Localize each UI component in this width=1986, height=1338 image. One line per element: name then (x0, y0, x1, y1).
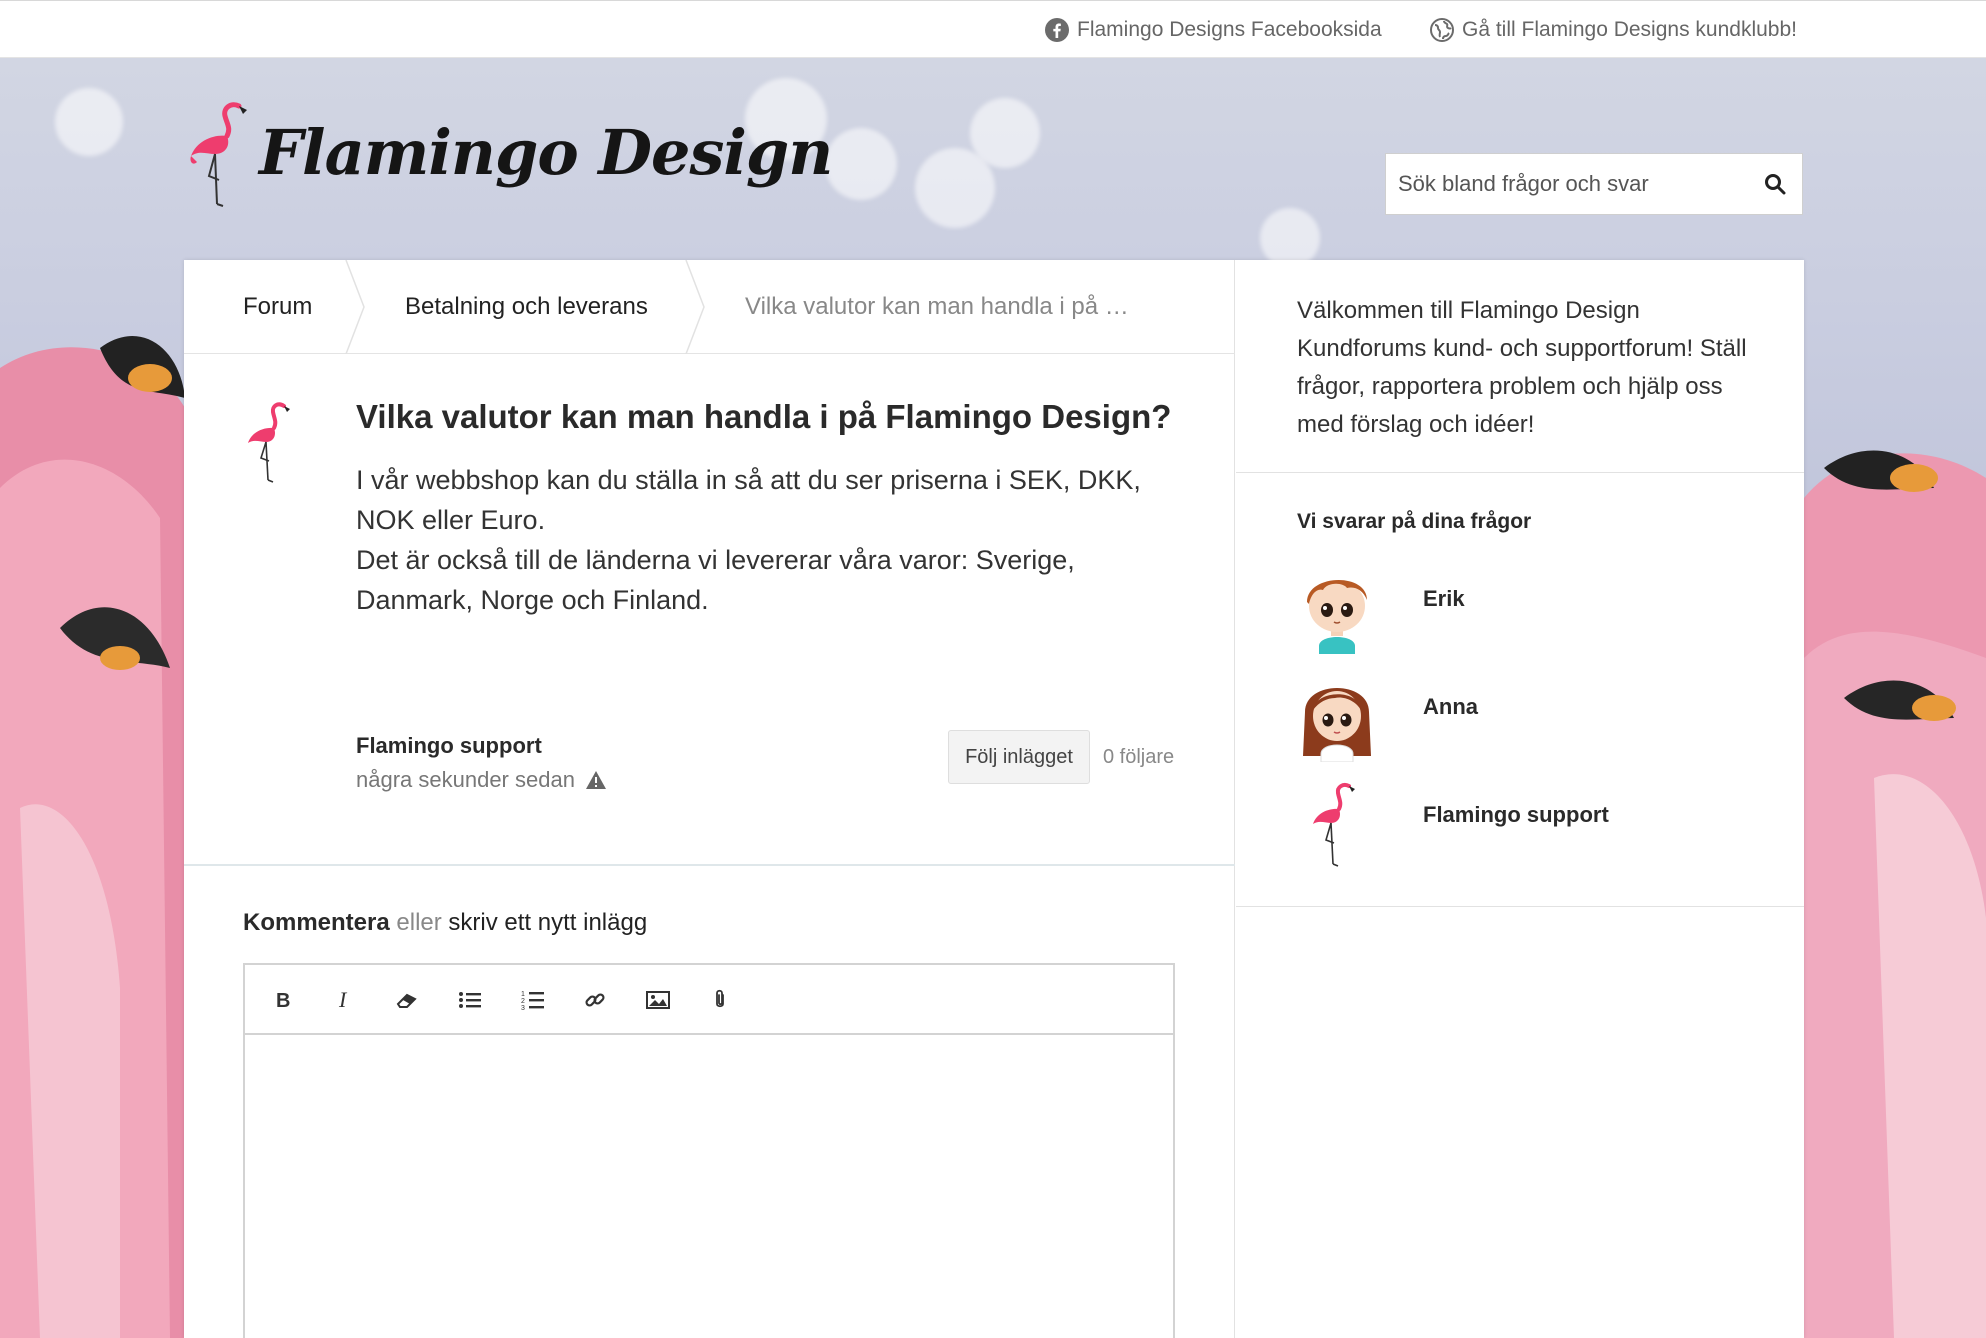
anna-avatar (1303, 688, 1371, 762)
bold-button[interactable]: B (267, 984, 299, 1016)
followers-count: 0 följare (1103, 746, 1175, 768)
forum-card: Forum Betalning och leverans Vilka valut… (184, 260, 1804, 1338)
top-bar: Flamingo Designs Facebooksida Gå till Fl… (0, 0, 1986, 58)
support-team-heading: Vi svarar på dina frågor (1297, 510, 1532, 533)
breadcrumb: Forum Betalning och leverans Vilka valut… (184, 260, 1235, 354)
new-post-link[interactable]: skriv ett nytt inlägg (448, 909, 647, 936)
logo-text: Flamingo Design (259, 115, 833, 189)
flamingo-photo-right (1804, 450, 1986, 1338)
member-name: Flamingo support (1423, 802, 1609, 827)
breadcrumb-separator-icon (685, 260, 705, 354)
team-member[interactable]: Flamingo support (1297, 780, 1609, 870)
customer-club-link[interactable]: Gå till Flamingo Designs kundklubb! (1430, 17, 1797, 43)
bold-icon: B (276, 990, 290, 1010)
link-button[interactable] (579, 984, 611, 1016)
search-icon (1765, 174, 1786, 195)
svg-text:I: I (338, 990, 348, 1010)
editor-toolbar: B I 1 2 3 (245, 965, 1173, 1035)
breadcrumb-forum[interactable]: Forum (243, 260, 312, 354)
svg-text:3: 3 (521, 1005, 525, 1011)
globe-icon (1430, 18, 1454, 42)
sidebar: Välkommen till Flamingo Design Kundforum… (1236, 260, 1804, 1338)
post-body: I vår webbshop kan du ställa in så att d… (356, 460, 1176, 620)
team-member[interactable]: Anna (1297, 672, 1478, 762)
follow-post-button[interactable]: Följ inlägget (948, 730, 1090, 784)
flamingo-logo-icon (190, 102, 247, 207)
image-icon (646, 991, 670, 1009)
facebook-link[interactable]: Flamingo Designs Facebooksida (1045, 17, 1382, 43)
flamingo-support-avatar (1313, 782, 1355, 867)
bullet-list-button[interactable] (454, 984, 486, 1016)
post-time: några sekunder sedan (356, 767, 607, 793)
post-time-label: några sekunder sedan (356, 767, 575, 792)
or-label: eller (396, 909, 442, 936)
numbered-list-icon: 1 2 3 (521, 991, 544, 1011)
team-member[interactable]: Erik (1297, 564, 1465, 654)
post-author[interactable]: Flamingo support (356, 733, 542, 759)
comment-editor: B I 1 2 3 (243, 963, 1175, 1338)
search-button[interactable] (1748, 154, 1802, 214)
site-logo[interactable]: Flamingo Design (185, 100, 833, 212)
link-icon (585, 993, 605, 1007)
erik-avatar (1307, 579, 1367, 654)
image-button[interactable] (642, 984, 674, 1016)
post-paragraph: I vår webbshop kan du ställa in så att d… (356, 465, 1141, 535)
member-name: Anna (1423, 694, 1478, 719)
comment-tab[interactable]: Kommentera (243, 909, 390, 936)
search-input[interactable] (1386, 154, 1748, 214)
comment-heading: Kommentera eller skriv ett nytt inlägg (243, 909, 647, 937)
italic-button[interactable]: I (329, 984, 361, 1016)
search-box (1385, 153, 1803, 215)
attachment-icon (716, 989, 724, 1008)
eraser-icon (396, 993, 417, 1008)
bullet-list-icon (459, 992, 481, 1008)
post-paragraph: Det är också till de länderna vi leverer… (356, 545, 1075, 615)
breadcrumb-separator-icon (345, 260, 365, 354)
divider (184, 864, 1235, 866)
breadcrumb-current: Vilka valutor kan man handla i på … (745, 293, 1129, 320)
divider (1236, 906, 1804, 907)
divider (1236, 472, 1804, 473)
clear-format-button[interactable] (391, 984, 423, 1016)
svg-text:1: 1 (521, 991, 525, 998)
svg-text:2: 2 (521, 998, 525, 1005)
post-title: Vilka valutor kan man handla i på Flamin… (356, 398, 1172, 435)
welcome-text: Välkommen till Flamingo Design Kundforum… (1297, 297, 1747, 438)
facebook-icon (1045, 18, 1069, 42)
main-column: Forum Betalning och leverans Vilka valut… (184, 260, 1235, 1338)
breadcrumb-category[interactable]: Betalning och leverans (405, 260, 648, 354)
attachment-button[interactable] (704, 984, 736, 1016)
numbered-list-button[interactable]: 1 2 3 (517, 984, 549, 1016)
customer-club-link-label: Gå till Flamingo Designs kundklubb! (1462, 18, 1797, 41)
flamingo-photo-left (0, 336, 190, 1338)
author-avatar (248, 402, 290, 483)
warning-icon[interactable] (585, 770, 607, 790)
svg-text:B: B (276, 990, 290, 1010)
comment-textarea[interactable] (245, 1037, 1173, 1337)
italic-icon: I (338, 990, 348, 1010)
member-name: Erik (1423, 586, 1465, 611)
facebook-link-label: Flamingo Designs Facebooksida (1077, 18, 1382, 41)
